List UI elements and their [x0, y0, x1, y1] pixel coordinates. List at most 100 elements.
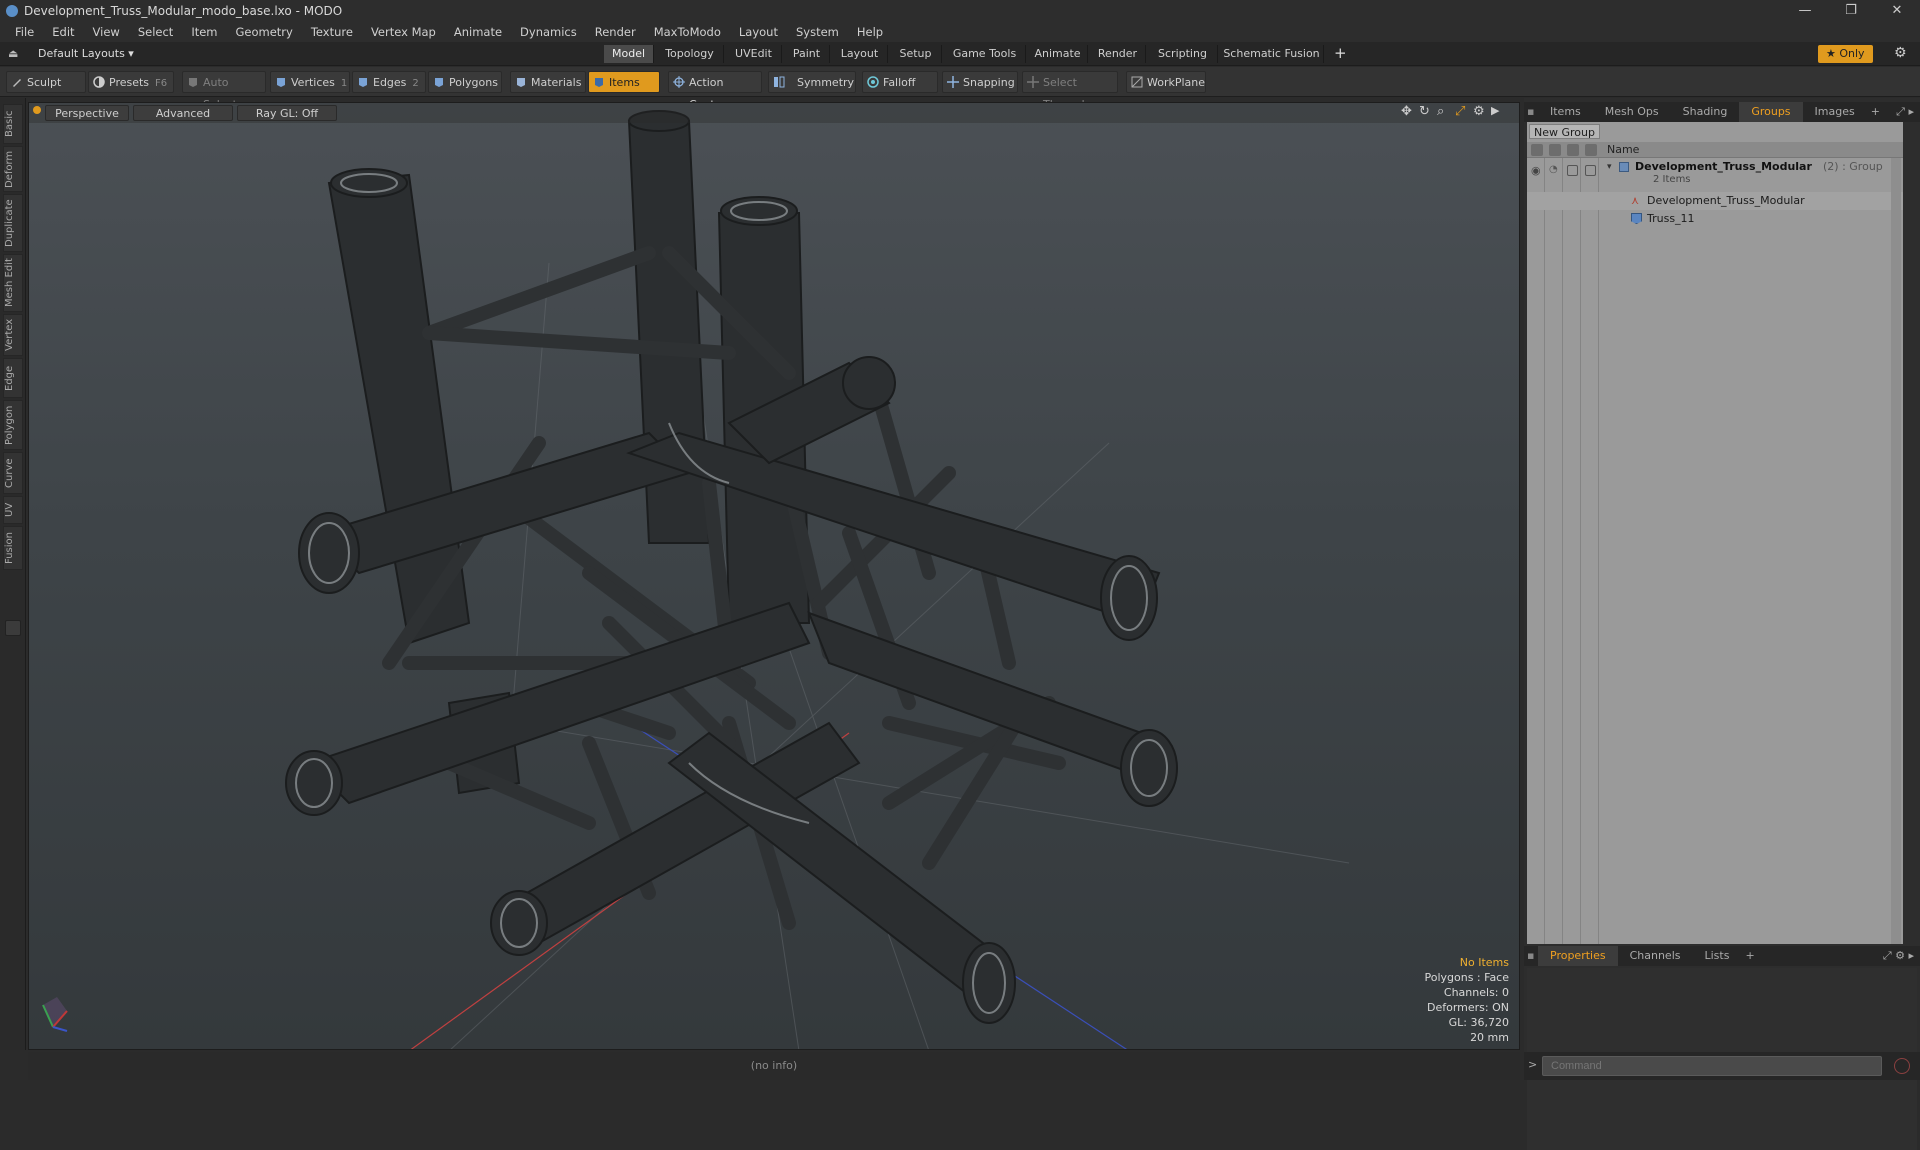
vertices-button[interactable]: Vertices 1 — [270, 71, 350, 93]
move-view-icon[interactable]: ✥ — [1401, 104, 1412, 119]
menu-animate[interactable]: Animate — [445, 25, 511, 39]
tab-polygon[interactable]: Polygon — [3, 400, 23, 450]
panel-expand-icon[interactable]: ⤢ ⚙ ▸ — [1883, 949, 1914, 963]
tab-topology[interactable]: Topology — [656, 45, 724, 63]
sculpt-button[interactable]: Sculpt — [6, 71, 86, 93]
fit-view-icon[interactable]: ⤢ — [1455, 104, 1465, 119]
falloff-button[interactable]: Falloff — [862, 71, 938, 93]
tab-scripting[interactable]: Scripting — [1148, 45, 1218, 63]
add-panel-tab-button[interactable]: + — [1741, 946, 1758, 966]
tab-basic[interactable]: Basic — [3, 104, 23, 144]
tab-game-tools[interactable]: Game Tools — [944, 45, 1026, 63]
tab-groups[interactable]: Groups — [1739, 102, 1803, 122]
menu-file[interactable]: File — [6, 25, 43, 39]
menu-geometry[interactable]: Geometry — [227, 25, 302, 39]
tab-shading[interactable]: Shading — [1671, 102, 1740, 122]
tab-edge[interactable]: Edge — [3, 358, 23, 398]
menu-vertex-map[interactable]: Vertex Map — [362, 25, 445, 39]
restore-button[interactable]: ❐ — [1828, 0, 1874, 22]
menu-view[interactable]: View — [84, 25, 129, 39]
close-button[interactable]: ✕ — [1874, 0, 1920, 22]
select-checkbox[interactable] — [1567, 165, 1578, 176]
tab-uvedit[interactable]: UVEdit — [726, 45, 782, 63]
menu-help[interactable]: Help — [848, 25, 892, 39]
render-checkbox[interactable] — [1585, 165, 1596, 176]
viewport-expand-icon[interactable]: ▶ — [1491, 104, 1499, 117]
tool-panel-toggle[interactable] — [5, 620, 21, 636]
tab-vertex[interactable]: Vertex — [3, 314, 23, 356]
command-input[interactable] — [1542, 1056, 1882, 1076]
3d-viewport[interactable]: Perspective Advanced Ray GL: Off ✥ ↻ ⌕ ⤢… — [28, 102, 1520, 1050]
truss-model[interactable] — [29, 103, 1520, 1050]
group-row[interactable]: ◉ ◔ ▾ Development_Truss_Modular (2) : Gr… — [1527, 160, 1903, 190]
tab-items[interactable]: Items — [1538, 102, 1593, 122]
lock-icon[interactable]: ◔ — [1549, 164, 1558, 175]
tab-duplicate[interactable]: Duplicate — [3, 194, 23, 252]
polygons-button[interactable]: Polygons — [428, 71, 502, 93]
only-toggle[interactable]: ★ Only — [1818, 45, 1873, 63]
raygl-toggle[interactable]: Ray GL: Off — [237, 105, 337, 121]
view-mode-button[interactable]: Perspective — [45, 105, 129, 121]
select-through-button[interactable]: Select Through — [1022, 71, 1118, 111]
menu-select[interactable]: Select — [129, 25, 182, 39]
tab-curve[interactable]: Curve — [3, 452, 23, 494]
items-button[interactable]: Items — [588, 71, 660, 93]
panel-menu-icon[interactable]: ▪ — [1524, 946, 1538, 966]
lock-column-icon[interactable] — [1549, 144, 1561, 156]
add-tab-button[interactable]: + — [1334, 44, 1347, 62]
panel-menu-icon[interactable]: ▪ — [1524, 102, 1538, 122]
tab-mesh-ops[interactable]: Mesh Ops — [1593, 102, 1671, 122]
layout-selector[interactable]: Default Layouts ▾ — [38, 47, 134, 60]
workplane-button[interactable]: WorkPlane — [1126, 71, 1206, 93]
tab-lists[interactable]: Lists — [1693, 946, 1742, 966]
new-group-button[interactable]: New Group — [1529, 124, 1600, 139]
eye-icon[interactable]: ◉ — [1531, 164, 1541, 177]
visibility-column-icon[interactable] — [1531, 144, 1543, 156]
menu-dynamics[interactable]: Dynamics — [511, 25, 586, 39]
tab-images[interactable]: Images — [1803, 102, 1867, 122]
edges-button[interactable]: Edges 2 — [352, 71, 426, 93]
tab-uv[interactable]: UV — [3, 496, 23, 524]
tab-deform[interactable]: Deform — [3, 146, 23, 192]
materials-button[interactable]: Materials — [510, 71, 586, 93]
menu-render[interactable]: Render — [586, 25, 645, 39]
command-history-icon[interactable] — [1894, 1058, 1910, 1074]
viewport-menu-icon[interactable] — [33, 106, 41, 114]
menu-layout[interactable]: Layout — [730, 25, 787, 39]
tab-schematic-fusion[interactable]: Schematic Fusion — [1220, 45, 1324, 63]
minimize-button[interactable]: — — [1782, 0, 1828, 22]
render-column-icon[interactable] — [1585, 144, 1597, 156]
layout-menu-icon[interactable]: ⏏ — [8, 47, 18, 60]
tab-model[interactable]: Model — [604, 45, 654, 63]
presets-button[interactable]: Presets F6 — [88, 71, 174, 93]
tab-animate[interactable]: Animate — [1028, 45, 1088, 63]
group-child-row[interactable]: Truss_11 — [1527, 210, 1903, 228]
tab-mesh-edit[interactable]: Mesh Edit — [3, 254, 23, 312]
tab-channels[interactable]: Channels — [1618, 946, 1693, 966]
action-center-button[interactable]: Action Center — [668, 71, 762, 111]
add-panel-tab-button[interactable]: + — [1867, 102, 1884, 122]
name-column-header[interactable]: Name — [1607, 143, 1639, 156]
menu-maxtomodo[interactable]: MaxToModo — [645, 25, 730, 39]
menu-item[interactable]: Item — [182, 25, 226, 39]
tab-setup[interactable]: Setup — [890, 45, 942, 63]
gear-icon[interactable]: ⚙ — [1894, 45, 1907, 61]
select-column-icon[interactable] — [1567, 144, 1579, 156]
collapse-arrow-icon[interactable]: ▾ — [1607, 162, 1612, 172]
menu-texture[interactable]: Texture — [302, 25, 362, 39]
tab-layout[interactable]: Layout — [832, 45, 888, 63]
scrollbar[interactable] — [1891, 158, 1901, 944]
shading-mode-button[interactable]: Advanced — [133, 105, 233, 121]
tab-paint[interactable]: Paint — [784, 45, 830, 63]
group-child-row[interactable]: ⋏ Development_Truss_Modular — [1527, 192, 1903, 210]
viewport-settings-icon[interactable]: ⚙ — [1473, 104, 1485, 119]
menu-system[interactable]: System — [787, 25, 848, 39]
snapping-button[interactable]: Snapping — [942, 71, 1018, 93]
panel-expand-icon[interactable]: ⤢ ▸ — [1896, 105, 1914, 119]
tab-properties[interactable]: Properties — [1538, 946, 1618, 966]
symmetry-button[interactable]: Symmetry — [768, 71, 856, 93]
zoom-view-icon[interactable]: ⌕ — [1437, 104, 1444, 119]
tab-fusion[interactable]: Fusion — [3, 526, 23, 570]
tab-render[interactable]: Render — [1090, 45, 1146, 63]
auto-select-button[interactable]: Auto Select — [182, 71, 266, 111]
